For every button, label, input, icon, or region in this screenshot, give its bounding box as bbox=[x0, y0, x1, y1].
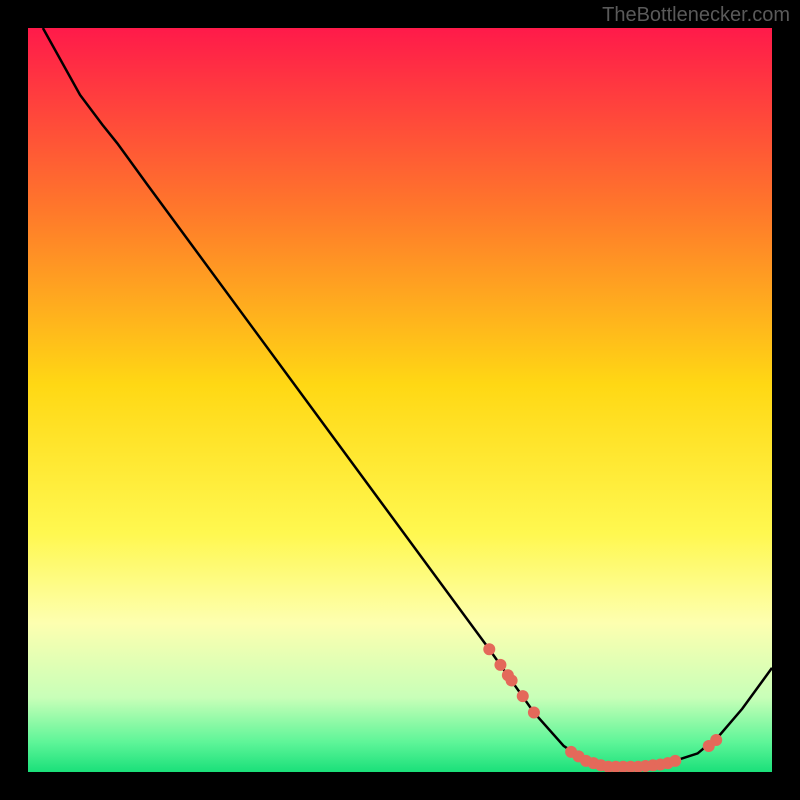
chart-marker bbox=[528, 706, 540, 718]
watermark-text: TheBottlenecker.com bbox=[602, 4, 790, 27]
chart-marker bbox=[483, 643, 495, 655]
chart-marker bbox=[710, 734, 722, 746]
chart-marker bbox=[506, 674, 518, 686]
bottleneck-chart bbox=[28, 28, 772, 772]
chart-marker bbox=[517, 690, 529, 702]
chart-marker bbox=[494, 659, 506, 671]
chart-marker bbox=[669, 755, 681, 767]
chart-background bbox=[28, 28, 772, 772]
